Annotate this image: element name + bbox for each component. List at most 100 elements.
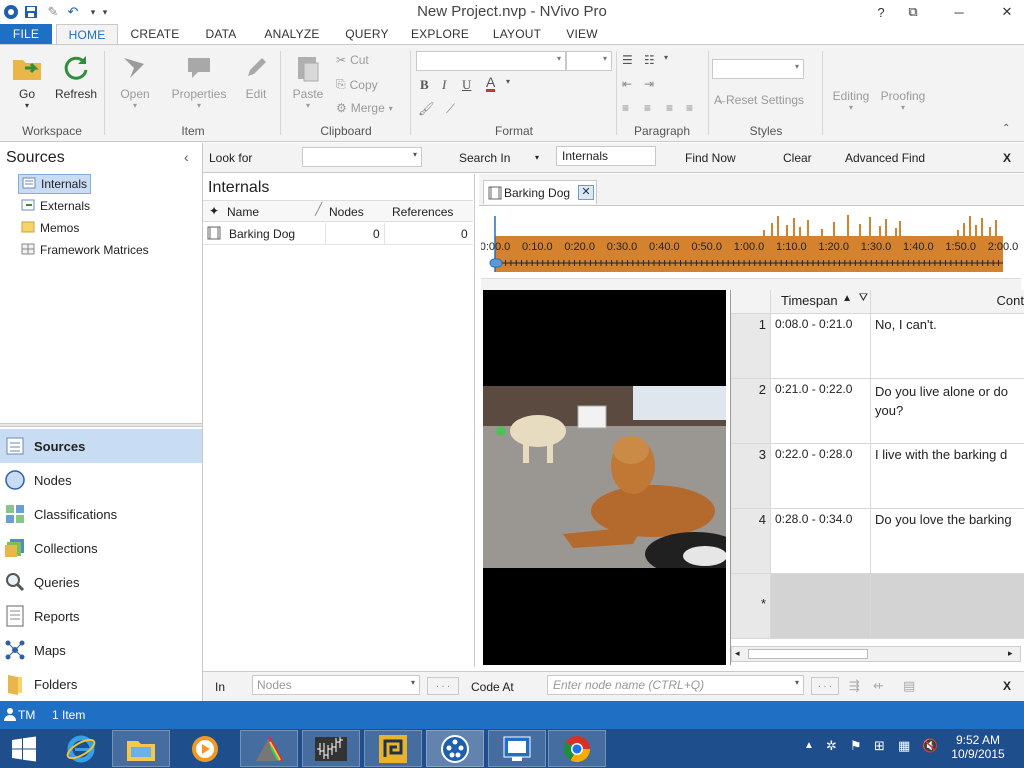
splitter-handle[interactable] [0, 423, 202, 427]
filter-icon[interactable]: ⛛ [859, 292, 868, 305]
editing-button[interactable]: Editing ▾ [828, 89, 874, 112]
ribbon-display-button[interactable]: ⧉ [898, 2, 928, 22]
code-selection-icon[interactable]: ⇶ [849, 678, 860, 694]
edit-button[interactable]: Edit [236, 51, 276, 101]
taskbar-media-player[interactable] [176, 730, 234, 767]
row-number[interactable]: 1 [731, 314, 771, 379]
sort-ascending-icon[interactable]: ▲ [842, 293, 852, 304]
search-in-button[interactable]: Search In [459, 151, 510, 165]
nav-maps[interactable]: Maps [0, 633, 202, 667]
font-color-button[interactable]: A [486, 75, 496, 92]
row-timespan[interactable]: 0:21.0 - 0:22.0 [771, 379, 871, 444]
paste-button[interactable]: Paste ▾ [286, 51, 330, 110]
taskbar-internet-explorer[interactable] [52, 730, 110, 767]
scroll-right-icon[interactable]: ▸ [1008, 648, 1013, 659]
taskbar-audio-wave[interactable] [302, 730, 360, 767]
chevron-down-icon[interactable]: ▾ [506, 77, 510, 86]
align-right-icon[interactable]: ≡ [666, 101, 673, 115]
tab-analyze[interactable]: ANALYZE [260, 24, 324, 44]
new-row-cell[interactable] [771, 574, 871, 639]
collapse-ribbon-icon[interactable]: ⌃ [1002, 123, 1010, 134]
taskbar-chrome[interactable] [548, 730, 606, 767]
scroll-thumb[interactable] [748, 649, 868, 659]
coding-options-icon[interactable]: ▤ [903, 678, 915, 694]
reset-settings-button[interactable]: A̶ Reset Settings [714, 93, 804, 107]
nav-queries[interactable]: Queries [0, 565, 202, 599]
tab-file[interactable]: FILE [0, 24, 52, 44]
browse-node-button[interactable]: . . . [811, 677, 839, 695]
bold-button[interactable]: B [420, 77, 429, 93]
tab-data[interactable]: DATA [196, 24, 246, 44]
taskbar-project-app[interactable] [364, 730, 422, 767]
tree-item-framework-matrices[interactable]: Framework Matrices [18, 240, 152, 260]
waveform[interactable]: 0:00.00:10.00:20.00:30.00:40.00:50.01:00… [481, 208, 1021, 288]
scroll-left-icon[interactable]: ◂ [735, 648, 740, 659]
line-icon[interactable]: ⟋ [446, 101, 455, 117]
find-now-button[interactable]: Find Now [685, 151, 736, 165]
start-button[interactable] [0, 730, 48, 767]
collapse-pane-icon[interactable]: ‹ [184, 149, 189, 165]
taskbar-intel-app[interactable] [488, 730, 546, 767]
bullets-icon[interactable]: ☰ [622, 53, 633, 67]
tree-item-externals[interactable]: Externals [18, 196, 93, 216]
row-content[interactable]: No, I can't. [871, 314, 1024, 379]
justify-icon[interactable]: ≡ [686, 101, 693, 115]
proofing-button[interactable]: Proofing ▾ [878, 89, 928, 112]
close-button[interactable]: ✕ [992, 2, 1022, 22]
increase-indent-icon[interactable]: ⇥ [644, 77, 654, 91]
refresh-button[interactable]: Refresh [54, 51, 98, 101]
list-row[interactable]: Barking Dog 0 0 [203, 223, 473, 245]
clear-button[interactable]: Clear [783, 151, 812, 165]
row-number[interactable]: 3 [731, 444, 771, 509]
font-size-select[interactable]: ▾ [566, 51, 612, 71]
copy-button[interactable]: ⎘ Copy [336, 77, 378, 92]
browse-in-button[interactable]: . . . [427, 677, 459, 695]
action-center-flag-icon[interactable]: ⚑ [850, 738, 862, 754]
tab-explore[interactable]: EXPLORE [408, 24, 472, 44]
uncode-selection-icon[interactable]: ⇷ [873, 678, 884, 694]
tab-home[interactable]: HOME [56, 24, 118, 44]
new-row-cell[interactable] [871, 574, 1024, 639]
taskbar-file-explorer[interactable] [112, 730, 170, 767]
network-icon[interactable]: ⊞ [874, 738, 885, 754]
chevron-down-icon[interactable]: ▾ [664, 53, 668, 62]
show-hidden-icons-icon[interactable]: ▲ [804, 740, 814, 751]
taskbar-nvivo-prism[interactable] [240, 730, 298, 767]
node-name-input[interactable]: Enter node name (CTRL+Q) ▾ [547, 675, 804, 695]
nav-classifications[interactable]: Classifications [0, 497, 202, 531]
taskbar-nvivo[interactable] [426, 730, 484, 767]
column-nodes[interactable]: Nodes [329, 205, 364, 219]
decrease-indent-icon[interactable]: ⇤ [622, 77, 632, 91]
tree-item-memos[interactable]: Memos [18, 218, 82, 238]
nav-folders[interactable]: Folders [0, 667, 202, 701]
network-app-icon[interactable]: ✲ [826, 738, 837, 754]
numbering-icon[interactable]: ☷ [644, 53, 655, 67]
tab-layout[interactable]: LAYOUT [488, 24, 546, 44]
nav-collections[interactable]: Collections [0, 531, 202, 565]
tab-query[interactable]: QUERY [340, 24, 394, 44]
new-row-marker[interactable]: * [731, 574, 771, 639]
clock[interactable]: 9:52 AM 10/9/2015 [950, 733, 1006, 761]
nav-reports[interactable]: Reports [0, 599, 202, 633]
chevron-down-icon[interactable]: ▾ [535, 153, 539, 162]
properties-button[interactable]: Properties ▾ [166, 51, 232, 110]
nav-sources[interactable]: Sources [0, 429, 202, 463]
go-button[interactable]: Go ▾ [6, 51, 48, 110]
align-left-icon[interactable]: ≡ [622, 101, 629, 115]
row-content[interactable]: Do you live alone or do you? [871, 379, 1024, 444]
column-name[interactable]: Name [227, 205, 259, 219]
close-find-bar-button[interactable]: X [1003, 151, 1011, 165]
tree-item-internals[interactable]: Internals [18, 174, 92, 194]
open-button[interactable]: Open ▾ [112, 51, 158, 110]
horizontal-scrollbar[interactable]: ◂ ▸ [731, 646, 1021, 662]
column-timespan[interactable]: Timespan ▲ ⛛ [771, 290, 871, 314]
tab-barking-dog[interactable]: Barking Dog ✕ [483, 180, 597, 204]
video-player[interactable] [483, 290, 726, 665]
row-content[interactable]: I live with the barking d [871, 444, 1024, 509]
row-timespan[interactable]: 0:08.0 - 0:21.0 [771, 314, 871, 379]
highlight-icon[interactable]: 🖌 [418, 101, 435, 117]
align-center-icon[interactable]: ≡ [644, 101, 651, 115]
cut-button[interactable]: ✂ Cut [336, 53, 369, 67]
merge-button[interactable]: ⚙ Merge ▾ [336, 101, 393, 115]
row-number[interactable]: 2 [731, 379, 771, 444]
